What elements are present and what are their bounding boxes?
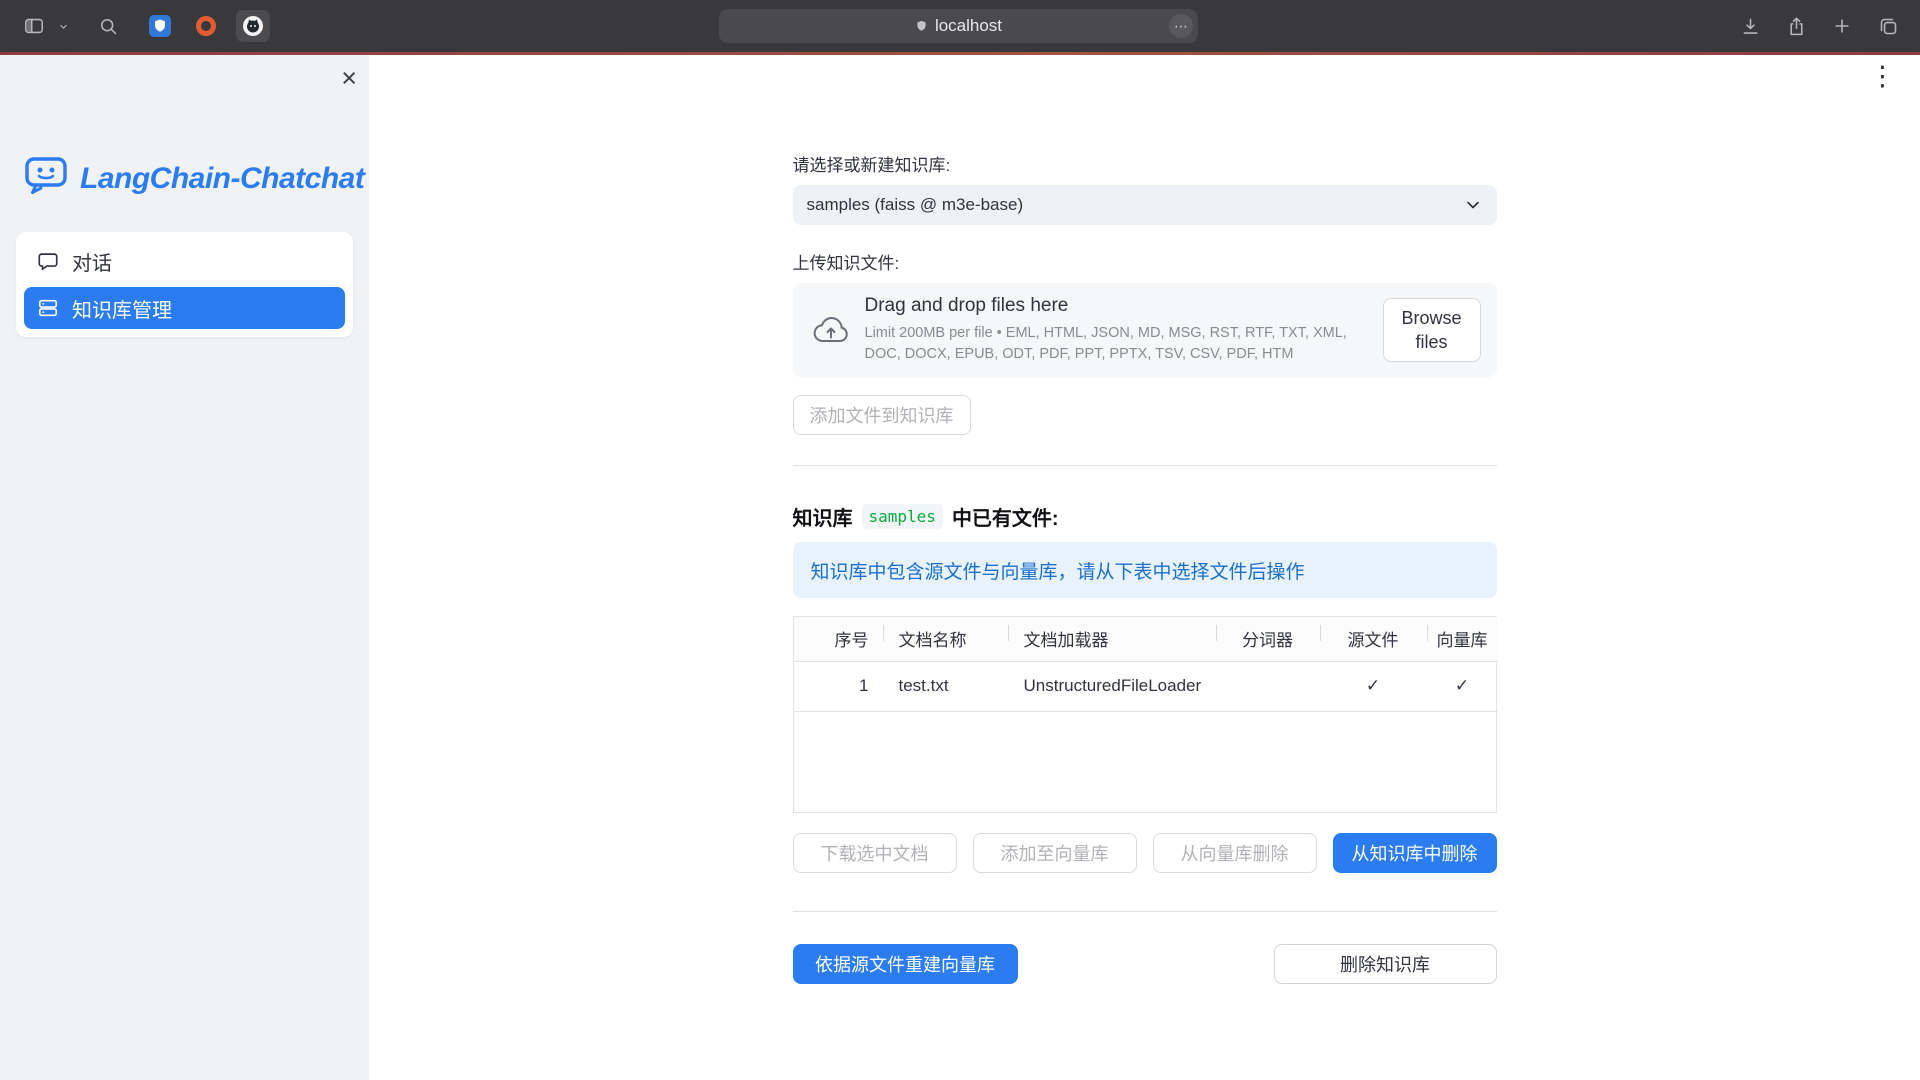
column-header-filename: 文档名称 <box>883 617 1008 661</box>
browser-toolbar: localhost ⋯ <box>0 0 1920 52</box>
address-bar-url: localhost <box>935 16 1002 36</box>
dropzone-title: Drag and drop files here <box>865 295 1383 317</box>
column-header-source: 源文件 <box>1320 617 1427 661</box>
extension-button-github[interactable] <box>236 10 270 42</box>
kb-files-heading: 知识库 samples 中已有文件: <box>793 502 1497 531</box>
address-bar[interactable]: localhost ⋯ <box>719 9 1198 43</box>
sidebar-toggle-button[interactable] <box>18 10 50 42</box>
new-tab-button[interactable] <box>1826 10 1858 42</box>
app-sidebar: × LangChain-Chatchat 对话 知识库管理 <box>0 55 369 1080</box>
share-icon <box>1786 16 1807 37</box>
search-button[interactable] <box>92 10 124 42</box>
add-to-vector-store-button[interactable]: 添加至向量库 <box>973 833 1137 873</box>
sidebar-item-label: 对话 <box>72 247 112 276</box>
main-panel: ⋮ 请选择或新建知识库: samples (faiss @ m3e-base) … <box>369 55 1920 1080</box>
section-divider <box>793 911 1497 912</box>
cell-source-check: ✓ <box>1320 661 1427 711</box>
kb-files-heading-prefix: 知识库 <box>793 502 853 531</box>
close-icon: × <box>341 63 357 93</box>
plus-icon <box>1832 16 1852 36</box>
sidebar-panel-icon <box>23 15 45 37</box>
app-menu-button[interactable]: ⋮ <box>1869 63 1896 90</box>
cell-splitter <box>1216 661 1320 711</box>
column-header-loader: 文档加载器 <box>1008 617 1216 661</box>
sidebar-item-dialogue[interactable]: 对话 <box>24 240 345 282</box>
kebab-menu-icon: ⋮ <box>1869 61 1896 91</box>
kb-actions-row: 依据源文件重建向量库 删除知识库 <box>793 944 1497 984</box>
cell-filename: test.txt <box>883 661 1008 711</box>
delete-kb-button[interactable]: 删除知识库 <box>1274 944 1497 984</box>
rebuild-vector-store-button[interactable]: 依据源文件重建向量库 <box>793 944 1018 984</box>
app-logo: LangChain-Chatchat <box>24 155 369 202</box>
cell-vector-check: ✓ <box>1427 661 1498 711</box>
toolbar-left-group <box>0 10 270 42</box>
ellipsis-icon: ⋯ <box>1174 19 1188 33</box>
info-banner: 知识库中包含源文件与向量库，请从下表中选择文件后操作 <box>793 542 1497 598</box>
cell-index: 1 <box>794 661 883 711</box>
chat-bubble-icon <box>37 250 59 272</box>
main-content: 请选择或新建知识库: samples (faiss @ m3e-base) 上传… <box>793 55 1497 984</box>
share-button[interactable] <box>1780 10 1812 42</box>
dropzone-hint: Limit 200MB per file • EML, HTML, JSON, … <box>865 323 1380 365</box>
sidebar-menu-chevron-button[interactable] <box>54 10 72 42</box>
section-divider <box>793 465 1497 466</box>
table-header-row: 序号 文档名称 文档加载器 分词器 源文件 向量库 <box>794 617 1498 661</box>
orange-ring-extension-icon <box>195 15 217 37</box>
column-header-vector: 向量库 <box>1427 617 1498 661</box>
kb-select-value: samples (faiss @ m3e-base) <box>807 195 1024 215</box>
app-logo-text: LangChain-Chatchat <box>80 162 364 196</box>
sidebar-menu: 对话 知识库管理 <box>16 232 353 337</box>
chevron-down-icon <box>57 20 70 33</box>
download-selected-button[interactable]: 下载选中文档 <box>793 833 957 873</box>
column-header-index: 序号 <box>794 617 883 661</box>
upload-label: 上传知识文件: <box>793 253 1497 274</box>
download-icon <box>1740 16 1761 37</box>
sidebar-item-label: 知识库管理 <box>72 294 172 323</box>
column-header-splitter: 分词器 <box>1216 617 1320 661</box>
search-icon <box>98 16 119 37</box>
github-icon <box>242 15 264 37</box>
tabs-icon <box>1878 16 1899 37</box>
add-files-to-kb-button[interactable]: 添加文件到知识库 <box>793 395 971 435</box>
kb-name-code: samples <box>862 504 943 529</box>
file-actions-row: 下载选中文档 添加至向量库 从向量库删除 从知识库中删除 <box>793 833 1497 873</box>
delete-from-vector-store-button[interactable]: 从向量库删除 <box>1153 833 1317 873</box>
sidebar-close-button[interactable]: × <box>341 65 357 92</box>
file-dropzone[interactable]: Drag and drop files here Limit 200MB per… <box>793 283 1497 377</box>
site-privacy-shield-icon <box>915 19 928 33</box>
table-empty-area <box>794 711 1498 812</box>
cloud-upload-icon <box>813 316 849 344</box>
delete-from-kb-button[interactable]: 从知识库中删除 <box>1333 833 1497 873</box>
tab-overview-button[interactable] <box>1872 10 1904 42</box>
cell-loader: UnstructuredFileLoader <box>1008 661 1216 711</box>
dropzone-text: Drag and drop files here Limit 200MB per… <box>865 295 1383 365</box>
downloads-button[interactable] <box>1734 10 1766 42</box>
page-settings-button[interactable]: ⋯ <box>1169 14 1193 38</box>
kb-files-heading-suffix: 中已有文件: <box>952 502 1059 531</box>
extension-button-2[interactable] <box>190 10 222 42</box>
chatbot-logo-icon <box>24 155 68 202</box>
toolbar-right-group <box>1734 0 1904 52</box>
chevron-down-icon <box>1463 195 1483 215</box>
knowledge-base-icon <box>37 297 59 319</box>
kb-files-table: 序号 文档名称 文档加载器 分词器 源文件 向量库 1 test.txt Uns <box>793 616 1497 813</box>
table-row[interactable]: 1 test.txt UnstructuredFileLoader ✓ ✓ <box>794 661 1498 711</box>
kb-select-label: 请选择或新建知识库: <box>793 155 1497 176</box>
app-window: × LangChain-Chatchat 对话 知识库管理 <box>0 55 1920 1080</box>
browse-files-button[interactable]: Browse files <box>1383 298 1481 362</box>
extension-button-1[interactable] <box>144 10 176 42</box>
kb-select-dropdown[interactable]: samples (faiss @ m3e-base) <box>793 185 1497 225</box>
sidebar-item-knowledge-base[interactable]: 知识库管理 <box>24 287 345 329</box>
blue-shield-extension-icon <box>149 15 171 37</box>
